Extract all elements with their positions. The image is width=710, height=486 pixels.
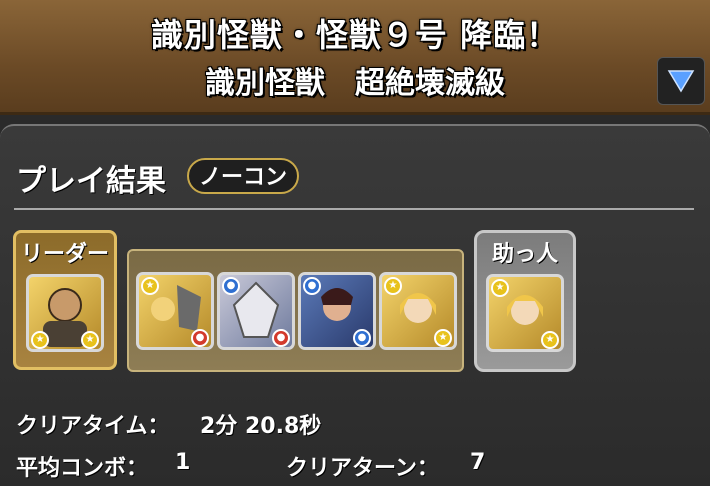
triangle-down-icon bbox=[667, 70, 695, 93]
leader-card[interactable]: ★ ★ bbox=[26, 274, 104, 352]
collapse-toggle-button[interactable] bbox=[657, 57, 705, 105]
light-attribute-icon: ★ bbox=[31, 331, 49, 349]
divider bbox=[14, 208, 694, 210]
light-attribute-icon: ★ bbox=[491, 279, 509, 297]
clear-time-label: クリアタイム： bbox=[16, 414, 170, 439]
light-attribute-icon: ★ bbox=[434, 329, 452, 347]
helper-card[interactable]: ★ ★ bbox=[486, 274, 564, 352]
header-banner: 識別怪獣・怪獣９号 降臨！ 識別怪獣 超絶壊滅級 bbox=[0, 0, 710, 115]
clear-turn-label: クリアターン： bbox=[286, 456, 439, 481]
dungeon-title: 識別怪獣・怪獣９号 降臨！ bbox=[150, 16, 560, 54]
fire-attribute-icon: ● bbox=[272, 329, 290, 347]
water-attribute-icon: ● bbox=[303, 277, 321, 295]
light-attribute-icon: ★ bbox=[384, 277, 402, 295]
dungeon-subtitle: 識別怪獣 超絶壊滅級 bbox=[205, 66, 505, 101]
water-attribute-icon: ● bbox=[222, 277, 240, 295]
fire-attribute-icon: ● bbox=[191, 329, 209, 347]
light-attribute-icon: ★ bbox=[141, 277, 159, 295]
water-attribute-icon: ● bbox=[353, 329, 371, 347]
member-card-1[interactable]: ★ ● bbox=[136, 272, 214, 350]
light-attribute-icon: ★ bbox=[541, 331, 559, 349]
result-title: プレイ結果 bbox=[16, 164, 166, 199]
avg-combo-value: 1 bbox=[175, 450, 191, 475]
member-card-2[interactable]: ● ● bbox=[217, 272, 295, 350]
helper-label: 助っ人 bbox=[491, 242, 558, 267]
member-card-3[interactable]: ● ● bbox=[298, 272, 376, 350]
no-continue-badge: ノーコン bbox=[187, 158, 299, 194]
leader-label: リーダー bbox=[20, 242, 109, 267]
light-attribute-icon: ★ bbox=[81, 331, 99, 349]
avg-combo-label: 平均コンボ： bbox=[16, 456, 149, 481]
clear-turn-value: 7 bbox=[470, 450, 486, 475]
clear-time-value: 2分 20.8秒 bbox=[200, 414, 322, 439]
member-card-4[interactable]: ★ ★ bbox=[379, 272, 457, 350]
